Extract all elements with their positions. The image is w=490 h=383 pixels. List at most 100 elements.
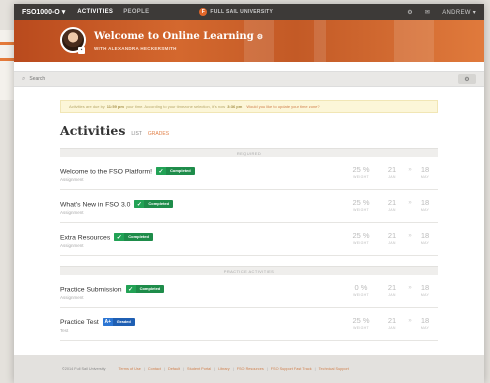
date-separator: » [408, 233, 412, 239]
section-label: PRACTICE ACTIVITIES [60, 266, 438, 275]
activity-type: Assignment [60, 210, 84, 215]
update-timezone-link[interactable]: Would you like to update your time zone? [246, 104, 319, 109]
instructor-name: WITH ALEXANDRA HECKERSMITH [94, 46, 177, 51]
start-day: 21 [387, 165, 397, 174]
footer: ©2014 Full Sail University Terms of Use |… [14, 355, 484, 383]
end-day: 18 [420, 165, 430, 174]
fullsail-logo-icon: F [199, 8, 208, 16]
footer-link[interactable]: Contact [148, 367, 161, 371]
settings-icon[interactable]: ⚙ [407, 9, 413, 16]
footer-separator: | [143, 367, 145, 371]
end-day: 18 [420, 231, 430, 240]
activity-row[interactable]: Welcome to the FSO Platform! ✓ Completed A… [60, 157, 438, 190]
weight-value: 25 % [352, 165, 370, 174]
app-window: FSO1000-O ▾ ACTIVITIES PEOPLE F FULL SAI… [14, 4, 484, 383]
weight-stat: 25 % WEIGHT [349, 231, 373, 245]
gear-icon[interactable]: ⚙ [458, 74, 476, 84]
footer-link[interactable]: Default [168, 367, 180, 371]
user-name: ANDREW [442, 9, 471, 16]
weight-value: 25 % [352, 231, 370, 240]
check-icon: ✓ [114, 233, 125, 241]
start-date: 21 JAN [382, 165, 402, 179]
search-input[interactable] [29, 76, 230, 82]
activity-row[interactable]: Extra Resources ✓ Completed Assignment 25 … [60, 223, 438, 256]
weight-label: WEIGHT [353, 293, 369, 297]
footer-link[interactable]: FSO Support Fast Track [271, 367, 312, 371]
weight-stat: 25 % WEIGHT [349, 198, 373, 212]
course-selector[interactable]: FSO1000-O ▾ [22, 8, 65, 16]
weight-label: WEIGHT [353, 241, 369, 245]
activity-row[interactable]: What's New in FSO 3.0 ✓ Completed Assignme… [60, 190, 438, 223]
footer-links: Terms of Use | Contact | Default | Student Por… [116, 367, 352, 371]
status-badge: ✓ Completed [125, 285, 165, 293]
activity-title: Welcome to the FSO Platform! ✓ Completed [60, 167, 195, 176]
end-month: MAY [420, 175, 430, 179]
alert-text: your time. According to your timezone se… [125, 104, 226, 109]
activity-row[interactable]: Practice Test A+ Graded Test 25 % WEIGHT 2… [60, 308, 438, 341]
mail-icon[interactable]: ✉ [425, 9, 430, 16]
date-separator: » [408, 200, 412, 206]
activity-type: Assignment [60, 243, 84, 248]
nav-link-people[interactable]: PEOPLE [123, 9, 149, 15]
brand-name: FULL SAIL UNIVERSITY [210, 9, 274, 15]
tab-grades[interactable]: GRADES [148, 131, 169, 137]
welcome-banner: ▪ Welcome to Online Learning ⚙ WITH ALEXA… [14, 20, 484, 62]
weight-value: 25 % [352, 316, 370, 325]
start-day: 21 [387, 231, 397, 240]
activities-header: Activities LIST GRADES [60, 123, 438, 138]
status-badge: ✓ Completed [114, 233, 153, 241]
activity-row[interactable]: Practice Submission ✓ Completed Assignment… [60, 275, 438, 308]
end-date: 18 MAY [415, 165, 435, 179]
activity-title-link[interactable]: Welcome to the FSO Platform! [60, 169, 152, 176]
start-month: JAN [388, 326, 396, 330]
camera-icon[interactable]: ▪ [78, 47, 85, 54]
footer-link[interactable]: Library [218, 367, 230, 371]
start-month: JAN [388, 241, 396, 245]
start-day: 21 [387, 316, 397, 325]
settings-icon[interactable]: ⚙ [257, 32, 263, 41]
nav-link-activities[interactable]: ACTIVITIES [77, 9, 113, 15]
start-date: 21 JAN [382, 283, 402, 297]
status-badge: ✓ Completed [134, 200, 174, 208]
footer-separator: | [266, 367, 268, 371]
status-badge-text: Completed [139, 286, 161, 291]
footer-link[interactable]: FSO Resources [237, 367, 264, 371]
tab-list[interactable]: LIST [131, 131, 142, 137]
activity-title: Practice Submission ✓ Completed [60, 285, 165, 294]
background-stripe [0, 58, 14, 61]
check-icon: ✓ [156, 167, 167, 175]
weight-value: 0 % [354, 283, 368, 292]
end-month: MAY [420, 241, 430, 245]
start-day: 21 [387, 283, 397, 292]
activity-type: Test [60, 328, 69, 333]
grade-value: A+ [102, 318, 113, 326]
status-badge-text: Completed [148, 201, 170, 206]
end-day: 18 [420, 283, 430, 292]
end-date: 18 MAY [415, 316, 435, 330]
activity-title-link[interactable]: Extra Resources [60, 235, 110, 242]
weight-label: WEIGHT [353, 175, 369, 179]
weight-value: 25 % [352, 198, 370, 207]
date-separator: » [408, 318, 412, 324]
footer-link[interactable]: Terms of Use [119, 367, 141, 371]
end-day: 18 [420, 316, 430, 325]
activity-title-link[interactable]: What's New in FSO 3.0 [60, 202, 130, 209]
footer-link[interactable]: Technical Support [319, 367, 349, 371]
status-badge: A+ Graded [102, 318, 135, 326]
end-day: 18 [420, 198, 430, 207]
alert-text: Activities are due by [69, 104, 105, 109]
status-badge-text: Completed [170, 168, 191, 173]
user-menu[interactable]: ANDREW ▾ [442, 9, 476, 16]
chevron-down-icon: ▾ [472, 9, 476, 16]
activity-title: Extra Resources ✓ Completed [60, 233, 153, 242]
check-icon: ✓ [125, 285, 136, 293]
footer-link[interactable]: Student Portal [187, 367, 211, 371]
activity-title-link[interactable]: Practice Submission [60, 287, 122, 294]
background-stripe [0, 42, 14, 45]
date-separator: » [408, 285, 412, 291]
activity-title-link[interactable]: Practice Test [60, 319, 99, 326]
top-nav: FSO1000-O ▾ ACTIVITIES PEOPLE F FULL SAI… [14, 4, 484, 20]
status-badge-text: Completed [128, 234, 149, 239]
weight-stat: 25 % WEIGHT [349, 165, 373, 179]
search-bar: ⌕ ⚙ [14, 71, 484, 87]
